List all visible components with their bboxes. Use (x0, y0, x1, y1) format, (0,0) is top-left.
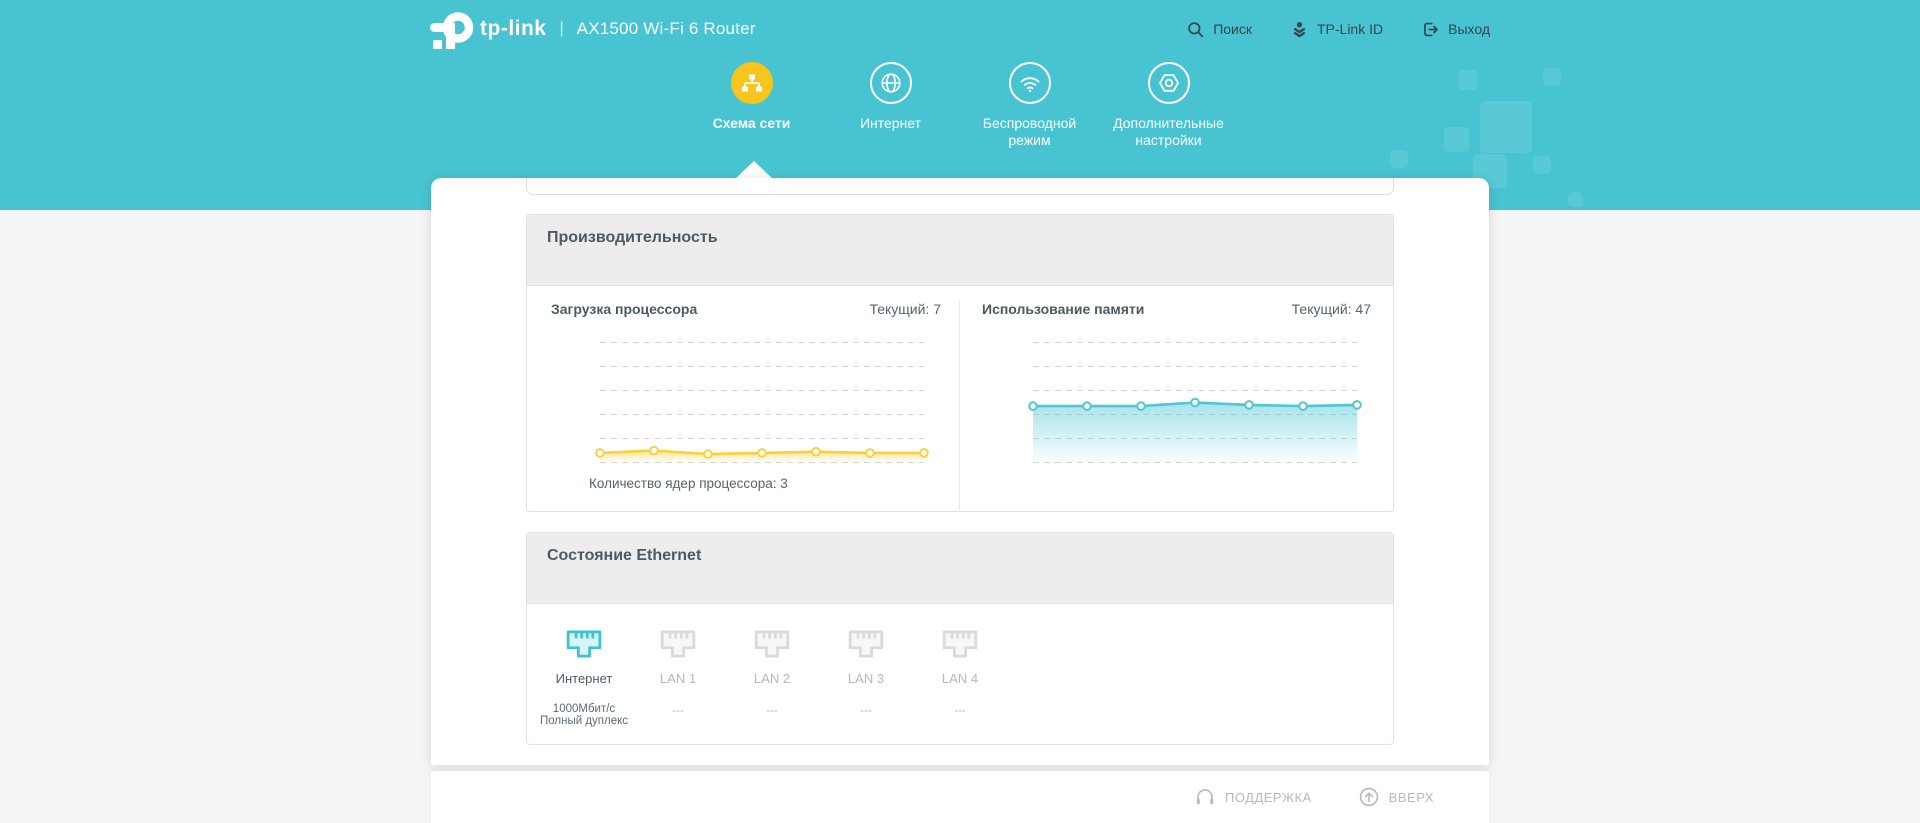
tab-circle (1148, 62, 1190, 104)
tab-label: Интернет (860, 115, 921, 132)
logout-icon (1421, 20, 1440, 39)
tab-internet[interactable]: Интернет (821, 62, 960, 148)
brand-name: tp-link (480, 17, 547, 41)
pixel-decoration (1390, 150, 1408, 168)
cpu-current-value: Текущий: 7 (869, 301, 941, 317)
search-button[interactable]: Поиск (1186, 20, 1252, 39)
port-label: LAN 4 (942, 671, 978, 686)
tab-circle (870, 62, 912, 104)
ethernet-title: Состояние Ethernet (547, 547, 701, 564)
network-map-icon (740, 71, 764, 95)
port-lan3: LAN 3 --- (819, 630, 913, 745)
port-status: --- (672, 705, 684, 717)
logout-label: Выход (1448, 21, 1490, 37)
router-admin-page: tp-link | AX1500 Wi-Fi 6 Router Поиск TP… (0, 0, 1920, 823)
content-panel: Производительность Загрузка процессора Т… (431, 178, 1489, 765)
search-label: Поиск (1213, 21, 1252, 37)
topbar: tp-link | AX1500 Wi-Fi 6 Router (430, 0, 756, 58)
product-title: AX1500 Wi-Fi 6 Router (577, 19, 756, 39)
port-lan2: LAN 2 --- (725, 630, 819, 745)
port-label: LAN 2 (754, 671, 790, 686)
pixel-decoration (1533, 156, 1551, 174)
logout-button[interactable]: Выход (1421, 20, 1490, 39)
headset-icon (1194, 786, 1216, 808)
tab-network-map[interactable]: Схема сети (682, 62, 821, 148)
port-lan4: LAN 4 --- (913, 630, 1007, 745)
memory-usage-chart (1033, 338, 1357, 468)
performance-card: Производительность Загрузка процессора Т… (526, 214, 1394, 512)
port-status: --- (860, 705, 872, 717)
port-speed: 1000Мбит/с (540, 703, 628, 715)
globe-icon (879, 71, 903, 95)
performance-title: Производительность (547, 229, 718, 246)
performance-card-header: Производительность (527, 215, 1393, 286)
port-status: 1000Мбит/с Полный дуплекс (540, 703, 628, 727)
support-label: ПОДДЕРЖКА (1225, 790, 1312, 805)
pixel-decoration (1568, 192, 1583, 207)
back-to-top-label: ВВЕРХ (1389, 790, 1434, 805)
port-duplex: Полный дуплекс (540, 715, 628, 727)
cpu-load-chart (600, 338, 924, 468)
main-navigation: Схема сети Интернет (682, 62, 1238, 148)
ethernet-port-icon (754, 630, 790, 658)
performance-body: Загрузка процессора Текущий: 7 Количеств… (527, 286, 1393, 512)
scrolled-card-remnant (526, 178, 1394, 195)
port-label: LAN 1 (660, 671, 696, 686)
footer-bar: ПОДДЕРЖКА ВВЕРХ (431, 771, 1489, 823)
cpu-chart-title: Загрузка процессора (551, 301, 697, 317)
tab-label: Дополнительные настройки (1099, 115, 1238, 148)
gear-icon (1157, 71, 1181, 95)
active-tab-pointer (735, 161, 773, 179)
tab-advanced[interactable]: Дополнительные настройки (1099, 62, 1238, 148)
ethernet-card-header: Состояние Ethernet (527, 533, 1393, 604)
support-link[interactable]: ПОДДЕРЖКА (1194, 786, 1312, 808)
cpu-chart-section: Загрузка процессора Текущий: 7 Количеств… (527, 301, 960, 512)
pixel-decoration (1543, 68, 1561, 86)
back-to-top-link[interactable]: ВВЕРХ (1358, 786, 1434, 808)
tab-label: Беспроводной режим (960, 115, 1099, 148)
wifi-icon (1018, 71, 1042, 95)
tab-label: Схема сети (713, 115, 791, 132)
port-internet: Интернет 1000Мбит/с Полный дуплекс (537, 630, 631, 745)
tplink-id-label: TP-Link ID (1317, 21, 1383, 37)
ethernet-port-icon (848, 630, 884, 658)
port-lan1: LAN 1 --- (631, 630, 725, 745)
pixel-decoration (1480, 101, 1532, 153)
header-quicklinks: Поиск TP-Link ID Выход (1186, 0, 1490, 58)
tp-link-logo-icon (430, 11, 476, 53)
brand-separator: | (560, 20, 564, 38)
ethernet-card: Состояние Ethernet Интернет 1000Мбит/с П… (526, 532, 1394, 745)
ethernet-port-icon (942, 630, 978, 658)
tab-circle (1009, 62, 1051, 104)
pixel-decoration (1458, 70, 1478, 90)
person-icon (1290, 20, 1309, 39)
tab-circle (731, 62, 773, 104)
ethernet-port-icon (660, 630, 696, 658)
arrow-up-circle-icon (1358, 786, 1380, 808)
tab-wireless[interactable]: Беспроводной режим (960, 62, 1099, 148)
search-icon (1186, 20, 1205, 39)
cpu-cores-note: Количество ядер процессора: 3 (589, 476, 959, 491)
pixel-decoration (1444, 127, 1469, 152)
port-label: LAN 3 (848, 671, 884, 686)
ethernet-ports-row: Интернет 1000Мбит/с Полный дуплекс LAN 1… (527, 604, 1393, 745)
tplink-id-button[interactable]: TP-Link ID (1290, 20, 1383, 39)
memory-current-value: Текущий: 47 (1292, 301, 1371, 317)
memory-chart-section: Использование памяти Текущий: 47 (960, 301, 1393, 512)
port-status: --- (766, 705, 778, 717)
ethernet-port-icon (566, 630, 602, 658)
port-status: --- (954, 705, 966, 717)
port-label: Интернет (556, 671, 613, 686)
memory-chart-title: Использование памяти (982, 301, 1144, 317)
